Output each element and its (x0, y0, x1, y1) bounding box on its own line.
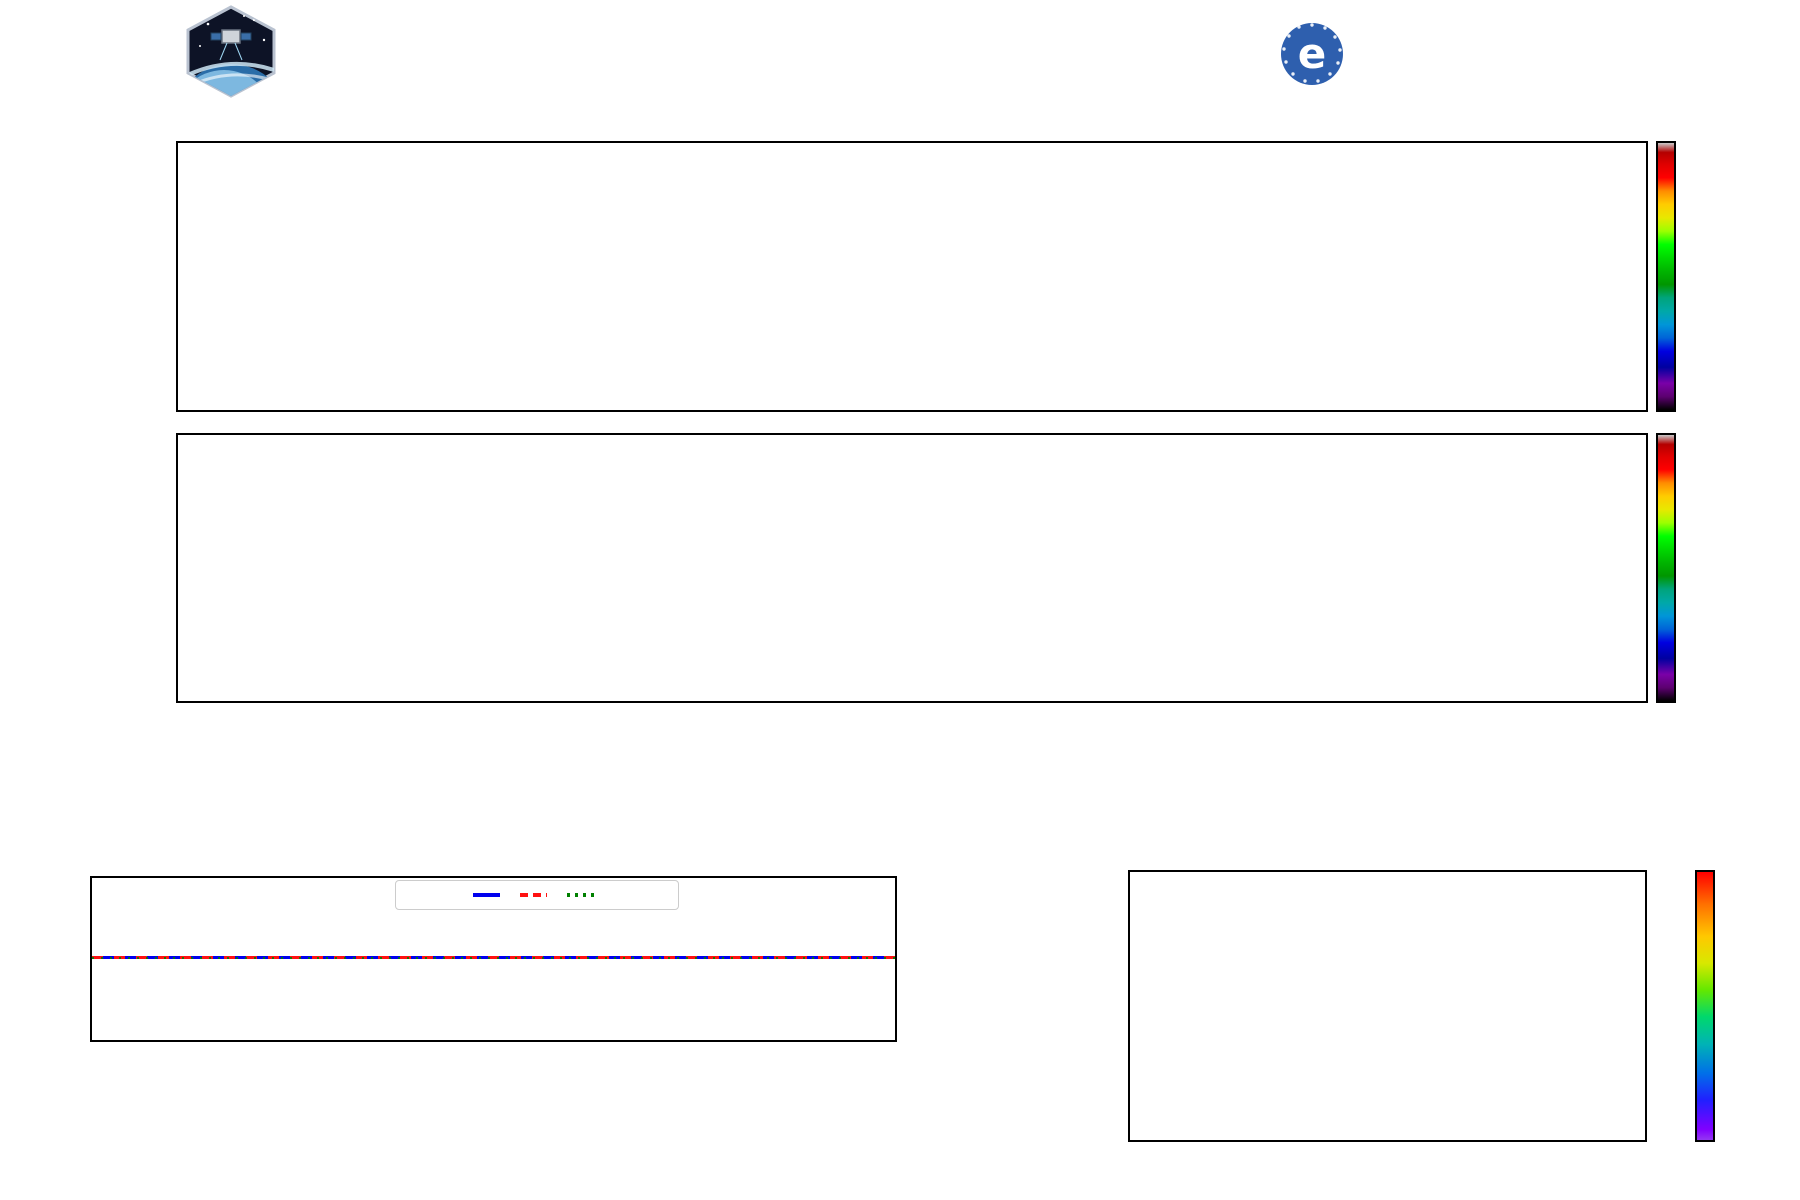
legend-item-roll (567, 893, 601, 897)
cassiope-mission-patch-logo (186, 5, 276, 98)
dipole-colorbar-b (1656, 433, 1676, 703)
spectrogram-a-canvas (178, 143, 1646, 410)
attitude-legend (395, 880, 679, 910)
esa-logo: e (1281, 23, 1343, 85)
pitch-line-swatch (520, 893, 547, 897)
spectrogram-a-panel (176, 141, 1648, 412)
spectrogram-b-canvas (178, 435, 1646, 701)
roll-line-swatch (567, 893, 594, 897)
yaw-line-swatch (473, 893, 500, 897)
altitude-colorbar (1695, 870, 1715, 1142)
ground-track-map-canvas (1130, 872, 1645, 1140)
legend-item-pitch (520, 893, 554, 897)
spectrogram-b-panel (176, 433, 1648, 703)
esa-disc-e: e (1298, 29, 1327, 78)
quicklook-figure: e (0, 0, 1800, 1200)
dipole-colorbar-a (1656, 141, 1676, 412)
legend-item-yaw (473, 893, 507, 897)
roll-line (92, 957, 895, 959)
ground-track-map-panel (1128, 870, 1647, 1142)
